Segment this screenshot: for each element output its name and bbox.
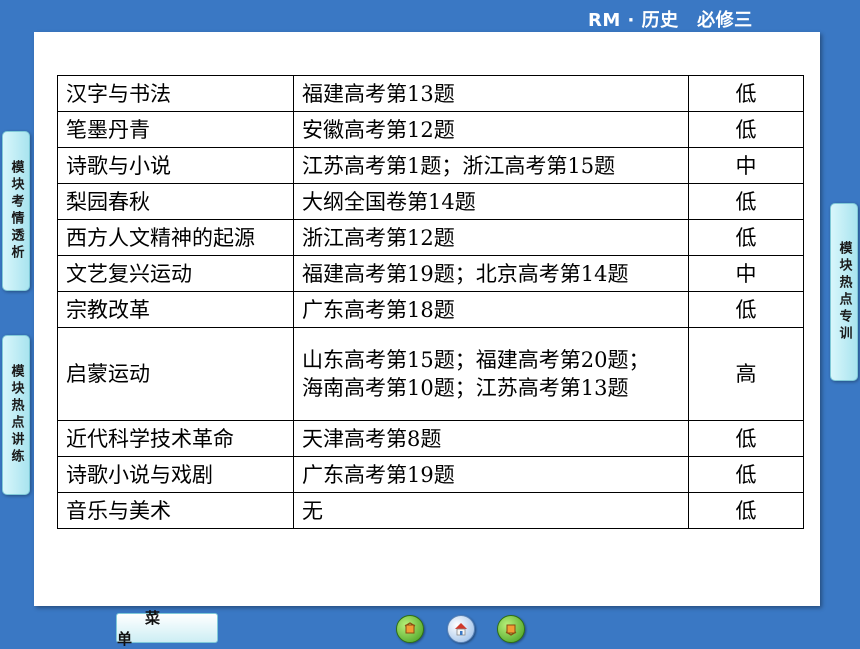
exam-cell: 江苏高考第1题；浙江高考第15题 [293,147,689,184]
topic-cell: 汉字与书法 [57,75,294,112]
home-icon [455,623,467,636]
level-cell: 中 [688,147,804,184]
table-row: 文艺复兴运动 福建高考第19题；北京高考第14题 中 [57,255,804,292]
menu-button[interactable]: 菜单 [116,609,218,648]
topic-cell: 西方人文精神的起源 [57,219,294,256]
level-cell: 低 [688,111,804,148]
table-row: 宗教改革 广东高考第18题 低 [57,291,804,328]
next-page-button[interactable] [497,615,525,643]
home-button[interactable] [447,615,475,643]
topic-cell: 音乐与美术 [57,492,294,529]
next-page-icon [505,624,517,636]
topic-cell: 诗歌与小说 [57,147,294,184]
exam-cell: 浙江高考第12题 [293,219,689,256]
exam-cell: 安徽高考第12题 [293,111,689,148]
level-cell: 高 [688,327,804,421]
exam-cell: 山东高考第15题；福建高考第20题； 海南高考第10题；江苏高考第13题 [293,327,689,421]
level-cell: 低 [688,75,804,112]
table-row: 诗歌小说与戏剧 广东高考第19题 低 [57,456,804,493]
tab-exam-analysis[interactable]: 模块考情透析 [2,131,30,291]
table-row: 音乐与美术 无 低 [57,492,804,529]
exam-line: 海南高考第10题；江苏高考第13题 [302,376,629,400]
tab-hotspot-practice-label: 模块热点讲练 [8,364,24,466]
exam-cell: 无 [293,492,689,529]
topic-cell: 诗歌小说与戏剧 [57,456,294,493]
table-row: 西方人文精神的起源 浙江高考第12题 低 [57,219,804,256]
table-row: 梨园春秋 大纲全国卷第14题 低 [57,183,804,220]
exam-cell: 福建高考第19题；北京高考第14题 [293,255,689,292]
exam-cell: 大纲全国卷第14题 [293,183,689,220]
table-row: 诗歌与小说 江苏高考第1题；浙江高考第15题 中 [57,147,804,184]
level-cell: 低 [688,492,804,529]
tab-exam-analysis-label: 模块考情透析 [8,160,24,262]
table-row: 汉字与书法 福建高考第13题 低 [57,75,804,112]
topic-cell: 近代科学技术革命 [57,420,294,457]
exam-line: 山东高考第15题；福建高考第20题； [302,348,650,372]
tab-hotspot-practice[interactable]: 模块热点讲练 [2,335,30,495]
level-cell: 低 [688,219,804,256]
table-row: 启蒙运动 山东高考第15题；福建高考第20题； 海南高考第10题；江苏高考第13… [57,327,804,421]
exam-cell: 天津高考第8题 [293,420,689,457]
level-cell: 中 [688,255,804,292]
topic-cell: 宗教改革 [57,291,294,328]
exam-cell: 广东高考第19题 [293,456,689,493]
content-panel: 汉字与书法 福建高考第13题 低 笔墨丹青 安徽高考第12题 低 诗歌与小说 江… [34,32,820,606]
level-cell: 低 [688,183,804,220]
tab-hotspot-training-label: 模块热点专训 [836,241,852,343]
table-row: 近代科学技术革命 天津高考第8题 低 [57,420,804,457]
topic-cell: 文艺复兴运动 [57,255,294,292]
exam-topics-table: 汉字与书法 福建高考第13题 低 笔墨丹青 安徽高考第12题 低 诗歌与小说 江… [57,75,804,529]
header-title: RM · 历史 必修三 [588,10,753,31]
level-cell: 低 [688,291,804,328]
level-cell: 低 [688,456,804,493]
tab-hotspot-training[interactable]: 模块热点专训 [830,203,858,381]
previous-page-icon [404,622,416,634]
previous-page-button[interactable] [396,615,424,643]
table-row: 笔墨丹青 安徽高考第12题 低 [57,111,804,148]
level-cell: 低 [688,420,804,457]
topic-cell: 启蒙运动 [57,327,294,421]
exam-cell: 广东高考第18题 [293,291,689,328]
topic-cell: 梨园春秋 [57,183,294,220]
exam-cell: 福建高考第13题 [293,75,689,112]
topic-cell: 笔墨丹青 [57,111,294,148]
